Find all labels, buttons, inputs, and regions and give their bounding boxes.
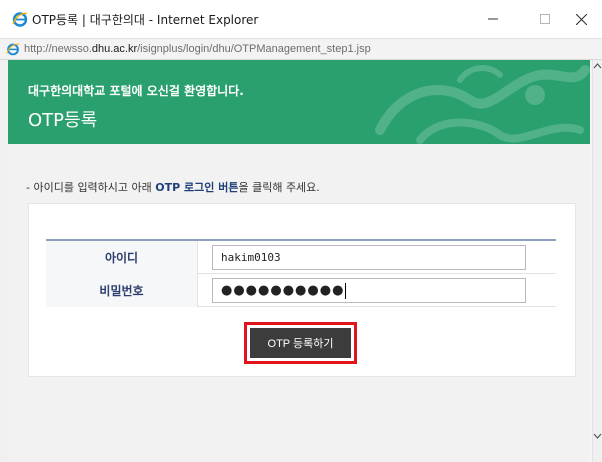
instruction-prefix: - 아이디를 입력하시고 아래 (26, 181, 156, 194)
url-path: /isignplus/login/dhu/OTPManagement_step1… (137, 43, 371, 55)
submit-highlight-box: OTP 등록하기 (244, 322, 357, 364)
password-label: 비밀번호 (46, 274, 198, 307)
vertical-scrollbar[interactable] (592, 60, 602, 462)
instruction-text: - 아이디를 입력하시고 아래 OTP 로그인 버튼을 클릭해 주세요. (26, 179, 320, 195)
welcome-text: 대구한의대학교 포털에 오신걸 환영합니다. (28, 84, 244, 98)
id-input[interactable]: hakim0103 (212, 245, 526, 270)
password-row: 비밀번호 ●●●●●●●●●● (46, 274, 556, 307)
dragon-watermark-icon (375, 65, 590, 144)
minimize-button[interactable] (470, 0, 516, 38)
password-input[interactable]: ●●●●●●●●●● (212, 278, 526, 303)
minimize-icon (488, 18, 498, 20)
instruction-emphasis: OTP 로그인 버튼 (155, 181, 239, 194)
close-button[interactable] (558, 0, 602, 38)
id-input-value: hakim0103 (221, 251, 281, 264)
url-domain: dhu.ac.kr (91, 43, 138, 55)
url-text: http://newsso.dhu.ac.kr/isignplus/login/… (24, 43, 371, 55)
login-form-table: 아이디 hakim0103 비밀번호 ●●●●●●●●●● (46, 239, 556, 307)
window-title: OTP등록 | 대구한의대 - Internet Explorer (32, 13, 259, 27)
maximize-icon (540, 14, 550, 24)
password-input-value: ●●●●●●●●●● (221, 283, 345, 298)
scroll-down-icon[interactable] (592, 432, 602, 446)
scroll-up-icon[interactable] (592, 62, 602, 76)
url-prefix: http://newsso. (24, 43, 92, 55)
id-row: 아이디 hakim0103 (46, 241, 556, 274)
instruction-suffix: 을 클릭해 주세요. (238, 181, 320, 194)
ie-page-icon (6, 43, 20, 56)
id-label: 아이디 (46, 241, 198, 274)
page-header: 대구한의대학교 포털에 오신걸 환영합니다. OTP등록 (8, 60, 590, 144)
window-titlebar: OTP등록 | 대구한의대 - Internet Explorer (0, 0, 602, 38)
otp-register-button[interactable]: OTP 등록하기 (250, 328, 351, 358)
address-bar[interactable]: http://newsso.dhu.ac.kr/isignplus/login/… (0, 38, 602, 60)
text-caret (345, 282, 347, 299)
page-title: OTP등록 (28, 110, 98, 131)
close-icon (575, 13, 587, 25)
ie-logo-icon (12, 12, 28, 27)
